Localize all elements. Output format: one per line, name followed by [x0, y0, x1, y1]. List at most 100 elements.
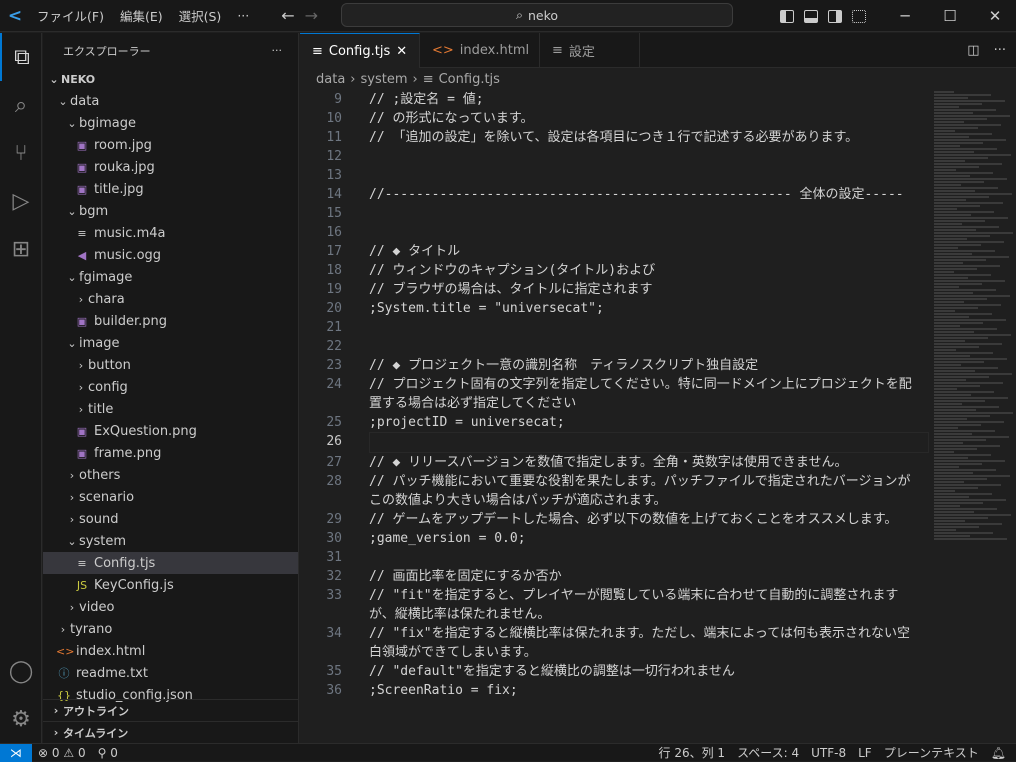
settings-gear-icon[interactable]: ⚙ [0, 695, 42, 743]
file-tree-item[interactable]: ⌄ image [43, 332, 298, 354]
account-icon[interactable]: ◯ [0, 647, 42, 695]
file-tree-item[interactable]: ⌄ bgimage [43, 112, 298, 134]
remote-indicator-icon[interactable]: ⋊ [0, 743, 32, 762]
breadcrumb-file[interactable]: Config.tjs [439, 72, 500, 87]
minimap[interactable] [930, 90, 1016, 742]
workspace-root[interactable]: ⌄ NEKO [43, 68, 298, 90]
file-tree-item[interactable]: JS KeyConfig.js [43, 574, 298, 596]
code-line[interactable]: 33 // "fit"を指定すると、プレイヤーが閲覧している端末に合わせて自動的に… [300, 586, 930, 624]
forward-arrow-icon[interactable]: → [305, 6, 318, 25]
code-line[interactable]: 28 // パッチ機能において重要な役割を果たします。パッチファイルで指定されたバ… [300, 472, 930, 510]
code-line[interactable]: 34 // "fix"を指定すると縦横比率は保たれます。ただし、端末によっては何も… [300, 624, 930, 662]
minimize-button[interactable]: ─ [882, 0, 928, 32]
code-line[interactable]: 22 [300, 337, 930, 356]
code-line[interactable]: 10 // の形式になっています。 [300, 109, 930, 128]
search-view-icon[interactable]: ⌕ [0, 81, 42, 129]
file-tree-item[interactable]: ≡ Config.tjs [43, 552, 298, 574]
menu-selection[interactable]: 選択(S) [171, 6, 230, 25]
code-line[interactable]: 19 // ブラウザの場合は、タイトルに指定されます [300, 280, 930, 299]
code-line[interactable]: 36 ;ScreenRatio = fix; [300, 681, 930, 700]
menu-more[interactable]: ··· [229, 8, 257, 23]
code-line[interactable]: 30 ;game_version = 0.0; [300, 529, 930, 548]
file-tree-item[interactable]: ◀ music.ogg [43, 244, 298, 266]
code-line[interactable]: 26 [300, 432, 930, 453]
code-line[interactable]: 12 [300, 147, 930, 166]
file-tree-item[interactable]: ▣ builder.png [43, 310, 298, 332]
code-line[interactable]: 32 // 画面比率を固定にするか否か [300, 567, 930, 586]
breadcrumb-data[interactable]: data [316, 72, 345, 87]
notifications-bell-icon[interactable]: 🔔︎ [985, 746, 1016, 760]
code-line[interactable]: 15 [300, 204, 930, 223]
run-debug-icon[interactable]: ▷ [0, 177, 42, 225]
file-tree-item[interactable]: ▣ room.jpg [43, 134, 298, 156]
file-tree-item[interactable]: › others [43, 464, 298, 486]
file-tree-item[interactable]: › chara [43, 288, 298, 310]
explorer-more-button[interactable]: ··· [272, 44, 283, 57]
file-tree-item[interactable]: ⓘ readme.txt [43, 662, 298, 684]
code-line[interactable]: 31 [300, 548, 930, 567]
code-line[interactable]: 14 //------------------------------------… [300, 185, 930, 204]
file-tree-item[interactable]: ⌄ system [43, 530, 298, 552]
code-line[interactable]: 21 [300, 318, 930, 337]
code-line[interactable]: 16 [300, 223, 930, 242]
back-arrow-icon[interactable]: ← [281, 6, 294, 25]
file-tree-item[interactable]: ≡ music.m4a [43, 222, 298, 244]
close-window-button[interactable]: ✕ [972, 0, 1016, 32]
code-editor[interactable]: 9 // ;設定名 = 値; 10 // の形式になっています。 11 // 「追加の設定… [300, 90, 930, 742]
extensions-icon[interactable]: ⊞ [0, 225, 42, 273]
code-line[interactable]: 9 // ;設定名 = 値; [300, 90, 930, 109]
split-editor-icon[interactable]: ◫ [967, 43, 979, 58]
code-line[interactable]: 13 [300, 166, 930, 185]
file-tree-item[interactable]: › video [43, 596, 298, 618]
file-tree-item[interactable]: ⌄ fgimage [43, 266, 298, 288]
code-line[interactable]: 20 ;System.title = "universecat"; [300, 299, 930, 318]
menu-edit[interactable]: 編集(E) [112, 6, 171, 25]
command-center-search[interactable]: ⌕ neko [341, 3, 733, 27]
file-tree-item[interactable]: ▣ title.jpg [43, 178, 298, 200]
file-tree-item[interactable]: ▣ ExQuestion.png [43, 420, 298, 442]
editor-more-icon[interactable]: ··· [994, 43, 1006, 58]
cursor-position[interactable]: 行 26、列 1 [653, 744, 732, 761]
toggle-panel-icon[interactable] [804, 9, 818, 23]
language-mode[interactable]: プレーンテキスト [878, 744, 985, 761]
code-line[interactable]: 17 // ◆ タイトル [300, 242, 930, 261]
file-tree-item[interactable]: › title [43, 398, 298, 420]
breadcrumb-system[interactable]: system [361, 72, 408, 87]
code-line[interactable]: 35 // "default"を指定すると縦横比の調整は一切行われません [300, 662, 930, 681]
tab-settings[interactable]: ≡ 設定 [540, 33, 640, 68]
maximize-button[interactable]: ☐ [927, 0, 973, 32]
file-tree-item[interactable]: › config [43, 376, 298, 398]
code-line[interactable]: 29 // ゲームをアップデートした場合、必ず以下の数値を上げておくことをオススメ… [300, 510, 930, 529]
file-tree-item[interactable]: › sound [43, 508, 298, 530]
tab-config-tjs[interactable]: ≡ Config.tjs ✕ [300, 33, 420, 68]
ports-indicator[interactable]: ⚲ 0 [92, 746, 124, 760]
code-line[interactable]: 23 // ◆ プロジェクト一意の識別名称 ティラノスクリプト独自設定 [300, 356, 930, 375]
timeline-section[interactable]: › タイムライン [43, 721, 299, 743]
file-tree-item[interactable]: <> index.html [43, 640, 298, 662]
file-tree-item[interactable]: ▣ rouka.jpg [43, 156, 298, 178]
indentation[interactable]: スペース: 4 [731, 744, 805, 761]
file-tree-item[interactable]: › button [43, 354, 298, 376]
toggle-secondary-sidebar-icon[interactable] [828, 9, 842, 23]
file-tree-item[interactable]: ▣ frame.png [43, 442, 298, 464]
code-line[interactable]: 11 // 「追加の設定」を除いて、設定は各項目につき１行で記述する必要があります… [300, 128, 930, 147]
code-line[interactable]: 24 // プロジェクト固有の文字列を指定してください。特に同一ドメイン上にプロジ… [300, 375, 930, 413]
close-tab-icon[interactable]: ✕ [396, 44, 407, 59]
toggle-primary-sidebar-icon[interactable] [780, 9, 794, 23]
code-line[interactable]: 27 // ◆ リリースバージョンを数値で指定します。全角・英数字は使用できません… [300, 453, 930, 472]
file-tree-item[interactable]: ⌄ data [43, 90, 298, 112]
file-tree-item[interactable]: › scenario [43, 486, 298, 508]
file-tree-item[interactable]: ⌄ bgm [43, 200, 298, 222]
end-of-line[interactable]: LF [852, 746, 878, 760]
file-tree-item[interactable]: › tyrano [43, 618, 298, 640]
menu-file[interactable]: ファイル(F) [29, 6, 112, 25]
explorer-icon[interactable]: ⧉ [0, 33, 42, 81]
code-line[interactable]: 25 ;projectID = universecat; [300, 413, 930, 432]
outline-section[interactable]: › アウトライン [43, 699, 299, 721]
encoding[interactable]: UTF-8 [805, 746, 852, 760]
code-line[interactable]: 18 // ウィンドウのキャプション(タイトル)および [300, 261, 930, 280]
problems-indicator[interactable]: ⊗ 0 ⚠ 0 [32, 746, 92, 760]
customize-layout-icon[interactable] [852, 9, 866, 23]
tab-index-html[interactable]: <> index.html [420, 33, 540, 68]
source-control-icon[interactable]: ⑂ [0, 129, 42, 177]
